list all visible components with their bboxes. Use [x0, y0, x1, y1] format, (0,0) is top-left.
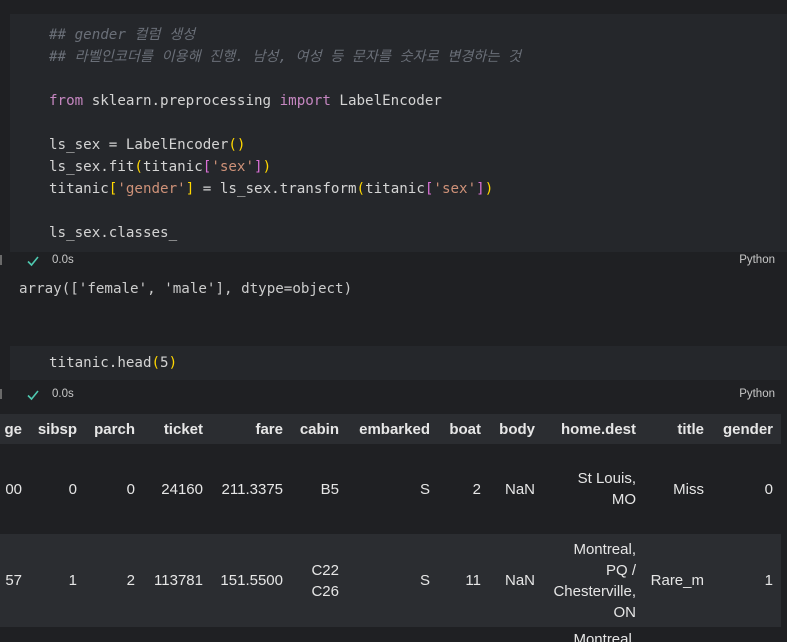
column-header: fare	[255, 421, 283, 438]
dataframe-header: ge sibsp parch ticket fare cabin embarked boat b…	[0, 414, 781, 444]
code-line[interactable]: ## 라벨인코더를 이용해 진행. 남성, 여성 등 문자를 숫자로 변경하는 …	[49, 46, 521, 68]
code-token: ## gender 컬럼 생성	[49, 27, 196, 43]
table-row: 00 0 0 24160 211.3375 B5 S 2 NaN St Louis, MO Miss 0	[0, 444, 781, 534]
code-token: (	[134, 159, 143, 175]
table-cell: St Louis, MO	[577, 470, 636, 508]
code-line[interactable]: ## gender 컬럼 생성	[49, 24, 195, 46]
column-header: home.dest	[560, 421, 636, 438]
table-cell: 113781	[154, 572, 203, 589]
cell-2-status-bar: 0.0s Python	[0, 385, 787, 405]
execution-time: 0.0s	[52, 388, 74, 400]
code-token: titanic	[142, 159, 203, 175]
execution-time: 0.0s	[52, 254, 74, 266]
code-token: LabelEncoder	[330, 93, 442, 109]
table-cell: 0	[68, 480, 77, 498]
table-cell: 211.3375	[221, 480, 283, 498]
table-cell: 0	[764, 480, 773, 498]
cell-execution-edge	[0, 389, 2, 399]
code-token: ls_sex = LabelEncoder	[49, 137, 229, 153]
code-token: (	[356, 181, 366, 197]
table-cell: 57	[5, 572, 22, 589]
table-cell: 00	[5, 480, 22, 498]
code-token: ]	[254, 159, 263, 175]
code-token: (	[151, 355, 161, 371]
code-token: 'gender'	[117, 181, 186, 197]
code-token: titanic.head	[49, 355, 152, 371]
code-token: )	[168, 355, 178, 371]
code-line[interactable]: ls_sex.fit(titanic['sex'])	[49, 156, 271, 178]
column-header: embarked	[359, 421, 430, 438]
code-token: 'sex'	[433, 181, 477, 197]
column-header: sibsp	[37, 421, 77, 438]
cell-1-status-bar: 0.0s Python	[0, 251, 787, 271]
table-cell: B5	[320, 480, 339, 498]
code-line[interactable]: titanic.head(5)	[49, 352, 177, 374]
code-token: ls_sex.classes_	[49, 225, 178, 241]
code-token: ls_sex.fit	[49, 159, 135, 175]
column-header: body	[499, 421, 535, 438]
dataframe-output: ge sibsp parch ticket fare cabin embarked boat b…	[0, 414, 787, 642]
table-cell: 2	[126, 572, 135, 589]
code-token: import	[279, 93, 331, 109]
language-label[interactable]: Python	[739, 254, 775, 266]
table-cell: NaN	[504, 480, 535, 498]
code-line[interactable]: ls_sex.classes_	[49, 222, 177, 244]
code-token: 5	[160, 355, 169, 371]
column-header: ge	[4, 421, 22, 438]
code-line[interactable]: ls_sex = LabelEncoder()	[49, 134, 245, 156]
table-cell: Montreal, PQ / Chesterville, ON	[553, 540, 636, 621]
table-cell: 1	[764, 572, 773, 589]
code-token: 'sex'	[211, 159, 255, 175]
table-cell: 151.5500	[220, 572, 283, 589]
code-token: from	[49, 93, 84, 109]
table-cell: NaN	[504, 572, 535, 589]
table-row: Montreal,	[0, 627, 781, 642]
table-row: 57 1 2 113781 151.5500 C22 C26 S 11 NaN Montreal, P…	[0, 534, 781, 627]
code-token: titanic	[49, 181, 109, 197]
code-cell-2[interactable]: titanic.head(5)	[10, 346, 787, 380]
code-token: titanic	[365, 181, 425, 197]
table-cell: Miss	[673, 480, 704, 498]
table-cell: 0	[126, 480, 135, 498]
check-icon	[27, 256, 39, 267]
code-token: sklearn.preprocessing	[83, 93, 280, 109]
notebook-view: ## gender 컬럼 생성 ## 라벨인코더를 이용해 진행. 남성, 여성 …	[0, 0, 787, 642]
column-header: title	[677, 421, 704, 438]
code-token: = ls_sex.transform	[194, 181, 357, 197]
code-token: ## 라벨인코더를 이용해 진행. 남성, 여성 등 문자를 숫자로 변경하는 …	[49, 49, 522, 65]
check-icon	[27, 390, 39, 401]
code-token: ]	[476, 181, 485, 197]
column-header: cabin	[299, 421, 339, 438]
table-cell: 11	[465, 572, 481, 589]
column-header: boat	[449, 421, 481, 438]
code-token: )	[484, 181, 494, 197]
table-cell: C22 C26	[311, 561, 339, 600]
table-cell: 1	[68, 572, 77, 589]
table-cell: S	[419, 572, 430, 589]
column-header: gender	[722, 421, 773, 438]
code-line[interactable]: titanic['gender'] = ls_sex.transform(tit…	[49, 178, 493, 200]
code-token: )	[262, 159, 272, 175]
column-header: parch	[94, 421, 135, 438]
table-cell: 2	[472, 480, 481, 498]
table-cell: 24160	[161, 480, 203, 498]
code-line[interactable]: from sklearn.preprocessing import LabelE…	[49, 90, 442, 112]
table-cell: Rare_m	[650, 572, 704, 589]
table-cell: Montreal,	[573, 631, 636, 642]
code-cell-1[interactable]: ## gender 컬럼 생성 ## 라벨인코더를 이용해 진행. 남성, 여성 …	[10, 14, 787, 252]
table-cell: S	[419, 480, 430, 498]
cell-execution-edge	[0, 255, 2, 265]
code-token: ()	[228, 137, 246, 153]
language-label[interactable]: Python	[739, 388, 775, 400]
code-token: ]	[185, 181, 195, 197]
cell-1-output: array(['female', 'male'], dtype=object)	[19, 281, 353, 297]
column-header: ticket	[163, 421, 203, 438]
